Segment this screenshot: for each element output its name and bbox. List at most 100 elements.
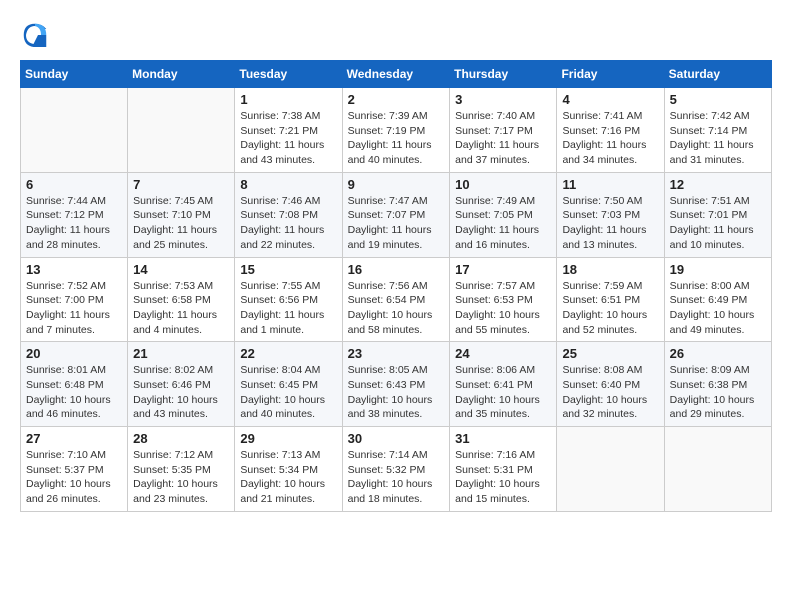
day-number: 15 [240, 262, 336, 277]
day-number: 23 [348, 346, 445, 361]
calendar-cell: 28 Sunrise: 7:12 AMSunset: 5:35 PMDayligh… [128, 427, 235, 512]
calendar-cell: 26Sunrise: 8:09 AMSunset: 6:38 PMDayligh… [664, 342, 771, 427]
day-number: 14 [133, 262, 229, 277]
calendar-cell: 27 Sunrise: 7:10 AMSunset: 5:37 PMDayligh… [21, 427, 128, 512]
calendar-cell: 15Sunrise: 7:55 AMSunset: 6:56 PMDayligh… [235, 257, 342, 342]
day-detail: Sunrise: 8:04 AMSunset: 6:45 PMDaylight:… [240, 363, 336, 422]
calendar-cell: 24 Sunrise: 8:06 AMSunset: 6:41 PMDayligh… [450, 342, 557, 427]
calendar-week-5: 27 Sunrise: 7:10 AMSunset: 5:37 PMDayligh… [21, 427, 772, 512]
header-thursday: Thursday [450, 61, 557, 88]
calendar-cell: 29 Sunrise: 7:13 AMSunset: 5:34 PMDayligh… [235, 427, 342, 512]
day-number: 18 [562, 262, 658, 277]
day-number: 17 [455, 262, 551, 277]
day-number: 6 [26, 177, 122, 192]
calendar-cell: 23 Sunrise: 8:05 AMSunset: 6:43 PMDayligh… [342, 342, 450, 427]
calendar-cell: 14 Sunrise: 7:53 AMSunset: 6:58 PMDayligh… [128, 257, 235, 342]
day-number: 10 [455, 177, 551, 192]
calendar-cell [21, 88, 128, 173]
calendar-week-1: 1 Sunrise: 7:38 AMSunset: 7:21 PMDaylight… [21, 88, 772, 173]
day-number: 8 [240, 177, 336, 192]
calendar-cell: 2 Sunrise: 7:39 AMSunset: 7:19 PMDaylight… [342, 88, 450, 173]
day-number: 2 [348, 92, 445, 107]
calendar-cell: 18 Sunrise: 7:59 AMSunset: 6:51 PMDayligh… [557, 257, 664, 342]
calendar-header-row: SundayMondayTuesdayWednesdayThursdayFrid… [21, 61, 772, 88]
calendar-week-4: 20Sunrise: 8:01 AMSunset: 6:48 PMDayligh… [21, 342, 772, 427]
day-number: 26 [670, 346, 766, 361]
day-detail: Sunrise: 8:05 AMSunset: 6:43 PMDaylight:… [348, 363, 445, 422]
day-number: 29 [240, 431, 336, 446]
day-number: 21 [133, 346, 229, 361]
day-detail: Sunrise: 7:14 AMSunset: 5:32 PMDaylight:… [348, 448, 445, 507]
day-number: 9 [348, 177, 445, 192]
day-detail: Sunrise: 7:41 AMSunset: 7:16 PMDaylight:… [562, 109, 658, 168]
day-number: 22 [240, 346, 336, 361]
calendar-cell: 11Sunrise: 7:50 AMSunset: 7:03 PMDayligh… [557, 172, 664, 257]
day-detail: Sunrise: 8:08 AMSunset: 6:40 PMDaylight:… [562, 363, 658, 422]
day-detail: Sunrise: 7:44 AMSunset: 7:12 PMDaylight:… [26, 194, 122, 253]
day-number: 20 [26, 346, 122, 361]
day-detail: Sunrise: 7:40 AMSunset: 7:17 PMDaylight:… [455, 109, 551, 168]
day-number: 13 [26, 262, 122, 277]
day-detail: Sunrise: 7:42 AMSunset: 7:14 PMDaylight:… [670, 109, 766, 168]
day-detail: Sunrise: 7:39 AMSunset: 7:19 PMDaylight:… [348, 109, 445, 168]
page-header [20, 20, 772, 50]
day-number: 16 [348, 262, 445, 277]
logo-icon [20, 20, 50, 50]
day-number: 11 [562, 177, 658, 192]
calendar-cell: 9 Sunrise: 7:47 AMSunset: 7:07 PMDaylight… [342, 172, 450, 257]
day-detail: Sunrise: 7:59 AMSunset: 6:51 PMDaylight:… [562, 279, 658, 338]
day-number: 7 [133, 177, 229, 192]
calendar-cell: 25 Sunrise: 8:08 AMSunset: 6:40 PMDayligh… [557, 342, 664, 427]
day-detail: Sunrise: 7:53 AMSunset: 6:58 PMDaylight:… [133, 279, 229, 338]
day-detail: Sunrise: 7:38 AMSunset: 7:21 PMDaylight:… [240, 109, 336, 168]
calendar-cell: 12 Sunrise: 7:51 AMSunset: 7:01 PMDayligh… [664, 172, 771, 257]
day-number: 25 [562, 346, 658, 361]
day-number: 12 [670, 177, 766, 192]
header-wednesday: Wednesday [342, 61, 450, 88]
day-detail: Sunrise: 8:06 AMSunset: 6:41 PMDaylight:… [455, 363, 551, 422]
day-detail: Sunrise: 7:10 AMSunset: 5:37 PMDaylight:… [26, 448, 122, 507]
day-number: 4 [562, 92, 658, 107]
day-number: 1 [240, 92, 336, 107]
day-detail: Sunrise: 7:52 AMSunset: 7:00 PMDaylight:… [26, 279, 122, 338]
day-detail: Sunrise: 7:51 AMSunset: 7:01 PMDaylight:… [670, 194, 766, 253]
calendar-table: SundayMondayTuesdayWednesdayThursdayFrid… [20, 60, 772, 512]
day-detail: Sunrise: 7:47 AMSunset: 7:07 PMDaylight:… [348, 194, 445, 253]
calendar-cell: 8Sunrise: 7:46 AMSunset: 7:08 PMDaylight… [235, 172, 342, 257]
day-detail: Sunrise: 7:13 AMSunset: 5:34 PMDaylight:… [240, 448, 336, 507]
day-detail: Sunrise: 7:16 AMSunset: 5:31 PMDaylight:… [455, 448, 551, 507]
day-number: 30 [348, 431, 445, 446]
day-number: 27 [26, 431, 122, 446]
day-number: 19 [670, 262, 766, 277]
calendar-cell: 31 Sunrise: 7:16 AMSunset: 5:31 PMDayligh… [450, 427, 557, 512]
calendar-cell: 4 Sunrise: 7:41 AMSunset: 7:16 PMDaylight… [557, 88, 664, 173]
day-number: 28 [133, 431, 229, 446]
header-friday: Friday [557, 61, 664, 88]
calendar-cell: 30 Sunrise: 7:14 AMSunset: 5:32 PMDayligh… [342, 427, 450, 512]
calendar-cell [664, 427, 771, 512]
calendar-cell [128, 88, 235, 173]
day-detail: Sunrise: 8:00 AMSunset: 6:49 PMDaylight:… [670, 279, 766, 338]
calendar-week-3: 13 Sunrise: 7:52 AMSunset: 7:00 PMDayligh… [21, 257, 772, 342]
header-tuesday: Tuesday [235, 61, 342, 88]
day-detail: Sunrise: 7:45 AMSunset: 7:10 PMDaylight:… [133, 194, 229, 253]
day-number: 24 [455, 346, 551, 361]
calendar-cell: 1 Sunrise: 7:38 AMSunset: 7:21 PMDaylight… [235, 88, 342, 173]
calendar-cell: 10 Sunrise: 7:49 AMSunset: 7:05 PMDayligh… [450, 172, 557, 257]
calendar-cell: 3Sunrise: 7:40 AMSunset: 7:17 PMDaylight… [450, 88, 557, 173]
calendar-cell: 21 Sunrise: 8:02 AMSunset: 6:46 PMDayligh… [128, 342, 235, 427]
day-detail: Sunrise: 7:56 AMSunset: 6:54 PMDaylight:… [348, 279, 445, 338]
calendar-cell [557, 427, 664, 512]
calendar-cell: 19 Sunrise: 8:00 AMSunset: 6:49 PMDayligh… [664, 257, 771, 342]
calendar-cell: 17 Sunrise: 7:57 AMSunset: 6:53 PMDayligh… [450, 257, 557, 342]
header-sunday: Sunday [21, 61, 128, 88]
day-detail: Sunrise: 8:02 AMSunset: 6:46 PMDaylight:… [133, 363, 229, 422]
calendar-cell: 6 Sunrise: 7:44 AMSunset: 7:12 PMDaylight… [21, 172, 128, 257]
header-monday: Monday [128, 61, 235, 88]
calendar-week-2: 6 Sunrise: 7:44 AMSunset: 7:12 PMDaylight… [21, 172, 772, 257]
day-detail: Sunrise: 7:57 AMSunset: 6:53 PMDaylight:… [455, 279, 551, 338]
day-number: 31 [455, 431, 551, 446]
day-detail: Sunrise: 7:49 AMSunset: 7:05 PMDaylight:… [455, 194, 551, 253]
calendar-cell: 20Sunrise: 8:01 AMSunset: 6:48 PMDayligh… [21, 342, 128, 427]
day-detail: Sunrise: 7:12 AMSunset: 5:35 PMDaylight:… [133, 448, 229, 507]
